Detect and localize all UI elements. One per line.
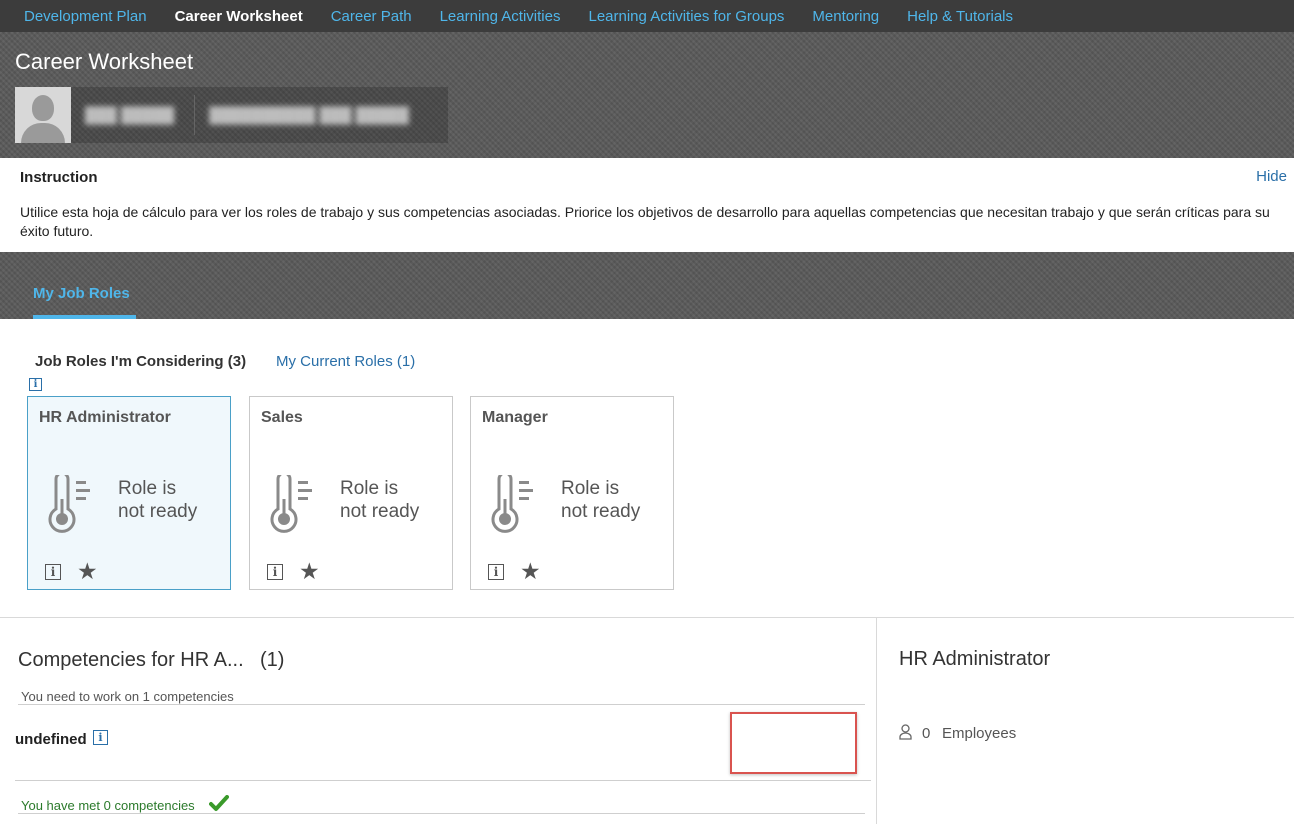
nav-learning-activities-groups[interactable]: Learning Activities for Groups bbox=[588, 8, 784, 25]
role-card-name: Sales bbox=[261, 409, 303, 426]
role-card-name: Manager bbox=[482, 409, 548, 426]
nav-career-path[interactable]: Career Path bbox=[331, 8, 412, 25]
instruction-text: Utilice esta hoja de cálculo para ver lo… bbox=[20, 204, 1270, 239]
star-icon[interactable]: ★ bbox=[77, 558, 98, 584]
list-divider bbox=[18, 813, 865, 814]
nav-career-worksheet[interactable]: Career Worksheet bbox=[175, 8, 303, 25]
role-card-hr-administrator[interactable]: HR Administrator Role is not ready i ★ bbox=[27, 396, 231, 590]
redacted-user-name: ███ █████ bbox=[85, 106, 175, 124]
role-card-name: HR Administrator bbox=[39, 409, 171, 426]
thermometer-icon bbox=[491, 475, 533, 533]
user-silhouette-icon bbox=[15, 87, 71, 143]
thermometer-icon bbox=[48, 475, 90, 533]
page-title: Career Worksheet bbox=[15, 49, 194, 74]
star-icon[interactable]: ★ bbox=[299, 558, 320, 584]
user-info-bar: ███ █████ ██████████ ███ █████ bbox=[15, 87, 448, 143]
tab-strip: My Job Roles bbox=[0, 252, 1294, 319]
star-icon[interactable]: ★ bbox=[520, 558, 541, 584]
tab-my-job-roles[interactable]: My Job Roles bbox=[33, 285, 130, 302]
checkmark-icon bbox=[209, 795, 229, 811]
nav-development-plan[interactable]: Development Plan bbox=[24, 8, 147, 25]
user-bar-divider bbox=[194, 95, 196, 135]
employee-count: 0 bbox=[922, 725, 931, 742]
competencies-title: Competencies for HR A... bbox=[18, 649, 244, 671]
instruction-panel: Instruction Hide Utilice esta hoja de cá… bbox=[0, 158, 1294, 252]
competencies-count: (1) bbox=[260, 649, 285, 671]
employee-label: Employees bbox=[942, 725, 1017, 742]
competency-info-icon[interactable]: i bbox=[93, 730, 108, 745]
nav-learning-activities[interactable]: Learning Activities bbox=[440, 8, 561, 25]
top-navigation: Development Plan Career Worksheet Career… bbox=[0, 0, 1294, 32]
page-header: Career Worksheet ███ █████ ██████████ ██… bbox=[0, 32, 1294, 158]
nav-help-tutorials[interactable]: Help & Tutorials bbox=[907, 8, 1013, 25]
pane-divider bbox=[876, 617, 877, 824]
role-detail-title: HR Administrator bbox=[899, 648, 1051, 670]
person-icon bbox=[899, 724, 912, 740]
role-readiness-status: Role is not ready bbox=[561, 478, 641, 522]
section-divider bbox=[0, 617, 1294, 618]
redacted-user-title: ██████████ ███ █████ bbox=[209, 106, 409, 124]
role-readiness-status: Role is not ready bbox=[118, 478, 198, 522]
role-card-sales[interactable]: Sales Role is not ready i ★ bbox=[249, 396, 453, 590]
role-info-icon[interactable]: i bbox=[45, 564, 61, 580]
nav-mentoring[interactable]: Mentoring bbox=[812, 8, 879, 25]
role-card-manager[interactable]: Manager Role is not ready i ★ bbox=[470, 396, 674, 590]
list-divider bbox=[15, 780, 871, 781]
subtab-job-roles-considering[interactable]: Job Roles I'm Considering (3) bbox=[35, 353, 246, 370]
instruction-title: Instruction bbox=[20, 169, 98, 186]
list-divider bbox=[18, 704, 865, 705]
active-tab-indicator bbox=[33, 315, 136, 319]
met-competencies-text: You have met 0 competencies bbox=[21, 798, 195, 813]
info-icon[interactable]: i bbox=[29, 378, 42, 391]
thermometer-icon bbox=[270, 475, 312, 533]
competency-name: undefined bbox=[15, 731, 87, 748]
highlighted-empty-field[interactable] bbox=[730, 712, 857, 774]
subtab-my-current-roles[interactable]: My Current Roles (1) bbox=[276, 353, 415, 370]
role-readiness-status: Role is not ready bbox=[340, 478, 420, 522]
role-info-icon[interactable]: i bbox=[488, 564, 504, 580]
need-work-text: You need to work on 1 competencies bbox=[21, 689, 234, 704]
role-info-icon[interactable]: i bbox=[267, 564, 283, 580]
hide-instruction-link[interactable]: Hide bbox=[1256, 168, 1287, 185]
